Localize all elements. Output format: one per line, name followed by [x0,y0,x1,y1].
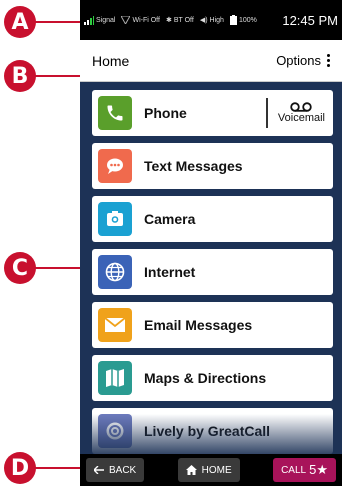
wifi-icon [121,16,131,24]
camera-icon [98,202,132,236]
list-item-label: Phone [144,105,187,121]
list-item-lively[interactable]: Lively by GreatCall [92,408,333,454]
back-label: BACK [109,464,137,476]
page-title: Home [92,52,130,69]
options-button[interactable]: Options [276,53,330,68]
chat-bubble-icon [98,149,132,183]
bluetooth-icon: ✱ [165,17,172,24]
envelope-icon [98,308,132,342]
call-button[interactable]: CALL 5★ [273,458,336,482]
call-label: CALL [281,464,307,476]
callout-d-line [34,467,80,469]
arrow-left-icon [94,466,104,474]
list-item-email-messages[interactable]: Email Messages [92,302,333,348]
call-number: 5★ [309,462,328,477]
app-list[interactable]: Phone Voicemail Text Messages Camera Int… [80,82,342,454]
battery-text: 100% [238,16,257,24]
back-button[interactable]: BACK [86,458,145,482]
bluetooth-indicator: ✱ BT Off [165,16,194,25]
map-icon [98,361,132,395]
home-label: HOME [201,464,232,476]
callout-a: A [4,6,36,38]
clock: 12:45 PM [282,12,338,28]
status-bar: Signal Wi-Fi Off ✱ BT Off ◀) High 100% 1… [80,0,342,40]
list-item-maps-directions[interactable]: Maps & Directions [92,355,333,401]
voicemail-label: Voicemail [277,112,325,124]
battery-icon [229,15,237,25]
callout-c-line [34,267,80,269]
more-vert-icon [327,54,330,67]
home-button[interactable]: HOME [177,458,240,482]
wifi-text: Wi-Fi Off [132,16,160,24]
signal-icon [84,15,94,25]
callout-a-line [34,21,82,23]
options-label: Options [276,53,321,68]
list-item-phone[interactable]: Phone Voicemail [92,90,333,136]
app-header: Home Options [80,40,342,82]
volume-indicator: ◀) High [199,16,224,25]
list-item-label: Internet [144,264,196,280]
list-item-label: Email Messages [144,317,253,333]
list-item-text-messages[interactable]: Text Messages [92,143,333,189]
wifi-indicator: Wi-Fi Off [121,16,160,24]
callout-b: B [4,60,36,92]
signal-text: Signal [96,16,116,24]
phone-screen: Signal Wi-Fi Off ✱ BT Off ◀) High 100% 1… [80,0,342,486]
list-item-label: Lively by GreatCall [144,423,271,439]
home-icon [185,465,197,475]
lively-icon [98,414,132,448]
speaker-icon: ◀) [199,17,208,24]
voicemail-button[interactable]: Voicemail [265,98,333,128]
list-item-label: Maps & Directions [144,370,267,386]
callout-d: D [4,452,36,484]
bt-text: BT Off [173,16,194,24]
list-item-label: Text Messages [144,158,243,174]
signal-indicator: Signal [84,15,116,25]
globe-icon [98,255,132,289]
list-item-label: Camera [144,211,196,227]
list-item-camera[interactable]: Camera [92,196,333,242]
callout-c: C [4,252,36,284]
phone-icon [98,96,132,130]
bottom-nav: BACK HOME CALL 5★ [80,454,342,486]
battery-indicator: 100% [229,15,257,25]
volume-text: High [209,16,224,24]
list-item-internet[interactable]: Internet [92,249,333,295]
voicemail-icon [290,102,313,112]
